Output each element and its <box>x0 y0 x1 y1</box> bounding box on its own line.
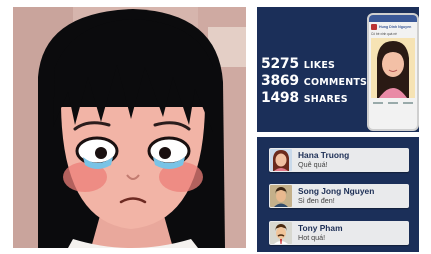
woman-avatar-icon <box>270 149 292 171</box>
comments-count: 3869 <box>261 73 299 89</box>
likes-count: 5275 <box>261 56 299 72</box>
phone-page-name: Hung Dinh Nguyen <box>379 25 412 29</box>
page-avatar-icon <box>371 24 377 30</box>
comment-item: Tony Pham Hot quá! <box>269 221 409 245</box>
man-mustache-avatar-icon <box>270 222 292 244</box>
comment-text: Sì đen đen! <box>298 195 335 205</box>
phone-post-header: Hung Dinh Nguyen <box>369 22 417 32</box>
comment-action <box>387 102 398 104</box>
phone-post-actions <box>369 100 417 106</box>
shares-count: 1498 <box>261 90 299 106</box>
engagement-stats-panel: 5275 LIKES 3869 COMMENTS 1498 SHARES Hun… <box>257 7 419 132</box>
stat-comments: 3869 COMMENTS <box>261 73 367 89</box>
smartphone-mockup: Hung Dinh Nguyen Cô bé xinh quá nè <box>367 13 419 131</box>
man-avatar-icon <box>270 185 292 207</box>
phone-status-bar <box>369 15 417 22</box>
comments-panel: Hana Truong Quê quá! Song Jong Nguyen Sì… <box>257 137 419 252</box>
phone-post-caption: Cô bé xinh quá nè <box>371 32 397 36</box>
comment-text: Hot quá! <box>298 232 326 242</box>
like-action <box>372 102 383 104</box>
comment-item: Hana Truong Quê quá! <box>269 148 409 172</box>
crying-girl-image <box>13 7 246 248</box>
phone-post-image <box>371 38 415 98</box>
stat-likes: 5275 LIKES <box>261 56 335 72</box>
girl-thumbnail-icon <box>371 38 415 98</box>
likes-label: LIKES <box>303 60 336 71</box>
comments-label: COMMENTS <box>303 77 368 88</box>
comment-item: Song Jong Nguyen Sì đen đen! <box>269 184 409 208</box>
shares-label: SHARES <box>303 94 348 105</box>
crying-girl-illustration <box>13 7 246 248</box>
stat-shares: 1498 SHARES <box>261 90 348 106</box>
comment-text: Quê quá! <box>298 159 328 169</box>
share-action <box>403 102 414 104</box>
